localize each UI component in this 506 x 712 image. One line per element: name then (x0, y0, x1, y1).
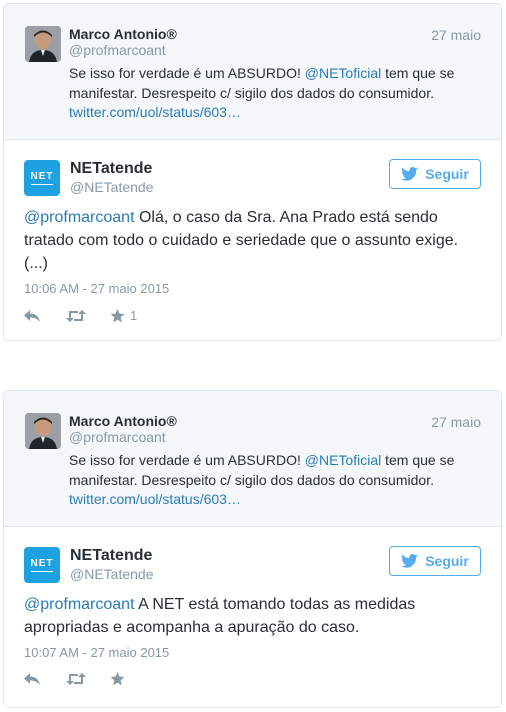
twitter-bird-icon (401, 554, 419, 568)
quoted-text: Se isso for verdade é um ABSURDO! @NETof… (69, 65, 455, 120)
quoted-tweet[interactable]: Marco Antonio® @profmarcoant 27 maio Se … (4, 4, 501, 140)
avatar[interactable] (25, 26, 61, 62)
follow-label: Seguir (425, 166, 469, 182)
reply-text: @profmarcoant A NET está tomando todas a… (24, 596, 416, 636)
star-icon (110, 672, 125, 686)
reply-timestamp[interactable]: 10:07 AM - 27 maio 2015 (24, 645, 169, 660)
star-icon (110, 308, 125, 322)
mention-link[interactable]: @NEToficial (305, 452, 381, 468)
quoted-author-handle[interactable]: @profmarcoant (69, 42, 166, 58)
favorite-count: 1 (130, 308, 138, 323)
quoted-author-name[interactable]: Marco Antonio® (69, 413, 177, 429)
mention-link[interactable]: @NEToficial (305, 65, 381, 81)
reply-tweet: NET NETatende @NETatende Seguir @profmar… (4, 527, 501, 707)
reply-author-name[interactable]: NETatende (70, 547, 152, 565)
quoted-author-handle[interactable]: @profmarcoant (69, 429, 166, 445)
tweet-actions (24, 672, 130, 686)
follow-button[interactable]: Seguir (389, 546, 481, 576)
retweet-action[interactable] (66, 672, 110, 686)
net-logo[interactable]: NET (24, 547, 60, 583)
quoted-date[interactable]: 27 maio (431, 27, 481, 43)
retweet-action[interactable] (66, 309, 110, 323)
quoted-author-name[interactable]: Marco Antonio® (69, 26, 177, 42)
reply-icon (24, 673, 40, 685)
net-logo[interactable]: NET (24, 160, 60, 196)
reply-timestamp[interactable]: 10:06 AM - 27 maio 2015 (24, 281, 169, 296)
retweet-icon (66, 309, 86, 322)
mention-link[interactable]: @profmarcoant (24, 596, 135, 613)
reply-action[interactable] (24, 672, 66, 686)
avatar[interactable] (25, 413, 61, 449)
quoted-tweet[interactable]: Marco Antonio® @profmarcoant 27 maio Se … (4, 391, 501, 527)
twitter-bird-icon (401, 167, 419, 181)
reply-author-handle[interactable]: @NETatende (70, 179, 153, 195)
reply-icon (24, 309, 40, 322)
reply-tweet: NET NETatende @NETatende Seguir @profmar… (4, 140, 501, 340)
status-link[interactable]: twitter.com/uol/status/603… (69, 491, 241, 507)
follow-button[interactable]: Seguir (389, 159, 481, 189)
status-link[interactable]: twitter.com/uol/status/603… (69, 104, 241, 120)
quoted-date[interactable]: 27 maio (431, 414, 481, 430)
quoted-text: Se isso for verdade é um ABSURDO! @NETof… (69, 452, 455, 507)
favorite-action[interactable]: 1 (110, 308, 137, 323)
follow-label: Seguir (425, 553, 469, 569)
reply-action[interactable] (24, 309, 66, 323)
favorite-action[interactable] (110, 672, 130, 686)
retweet-icon (66, 673, 86, 685)
reply-author-name[interactable]: NETatende (70, 160, 152, 178)
embedded-tweet-card: Marco Antonio® @profmarcoant 27 maio Se … (3, 3, 502, 341)
reply-text: @profmarcoant Olá, o caso da Sra. Ana Pr… (24, 209, 459, 272)
reply-author-handle[interactable]: @NETatende (70, 566, 153, 582)
tweet-actions: 1 (24, 308, 137, 323)
mention-link[interactable]: @profmarcoant (24, 209, 135, 226)
embedded-tweet-card: Marco Antonio® @profmarcoant 27 maio Se … (3, 390, 502, 708)
